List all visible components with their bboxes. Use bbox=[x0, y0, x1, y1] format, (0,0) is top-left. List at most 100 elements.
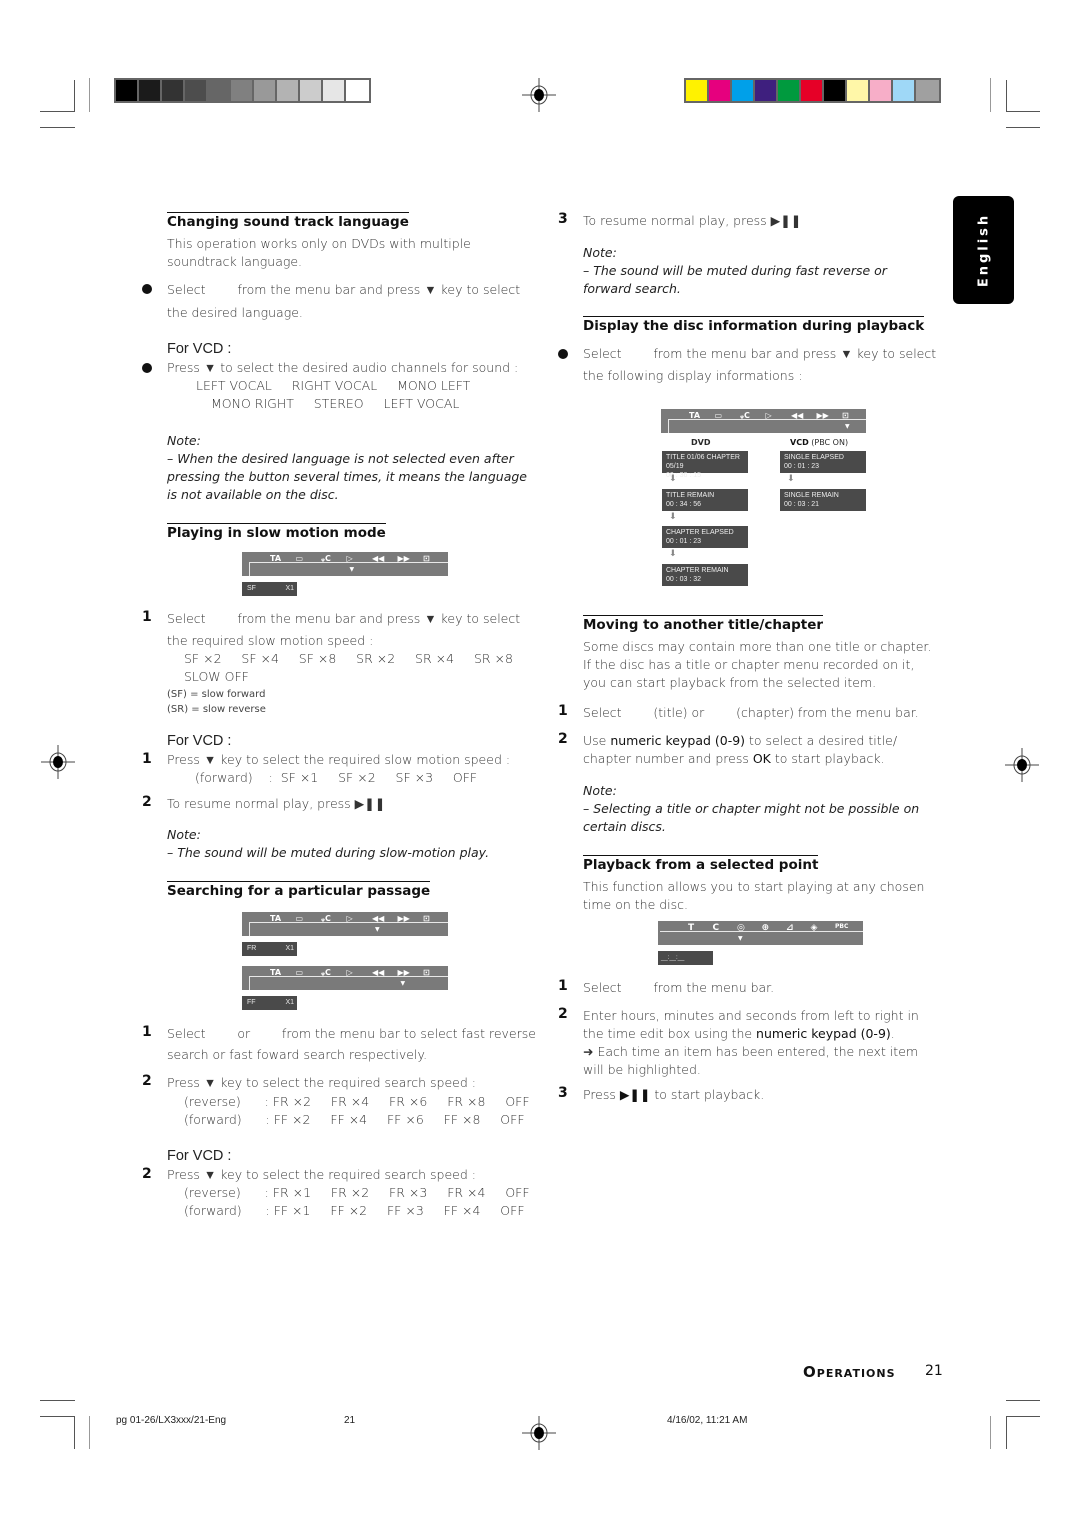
menu-bar-image: TA ▭ ᵩC ▷ ◀◀ ▶▶ ▼ ⊡ bbox=[242, 966, 448, 990]
color-swatch bbox=[778, 80, 801, 101]
section-heading: Moving to another title/chapter bbox=[583, 615, 824, 633]
instruction-text: Select or from the menu bar to select fa… bbox=[167, 1026, 536, 1041]
angle-icon: ᵩC bbox=[321, 968, 331, 977]
vcd-label: For VCD : bbox=[167, 733, 232, 749]
info-time: 00 : 03 : 32 bbox=[666, 575, 702, 583]
step-number: 1 bbox=[558, 703, 568, 719]
note-label: Note: bbox=[583, 245, 617, 260]
menu-track bbox=[249, 922, 250, 936]
instruction-text: Press ▼ key to select the required searc… bbox=[167, 1075, 476, 1090]
slow-motion-icon: ▷ bbox=[346, 914, 353, 923]
step-number: 1 bbox=[142, 1024, 152, 1040]
bullet-icon bbox=[142, 363, 152, 373]
info-label: TITLE REMAIN bbox=[666, 491, 715, 499]
display-info-box: CHAPTER REMAIN 00 : 03 : 32 bbox=[662, 563, 748, 586]
slug-file: pg 01-26/LX3xxx/21-Eng bbox=[116, 1415, 227, 1426]
ok-label: OK bbox=[752, 751, 771, 766]
text: . bbox=[890, 1026, 895, 1041]
subtitle-icon: ▭ bbox=[295, 968, 304, 977]
section-heading: Playing in slow motion mode bbox=[167, 523, 386, 541]
vcd-label: For VCD : bbox=[167, 1148, 232, 1164]
speed-options: (forward) : FF ×2 FF ×4 FF ×6 FF ×8 OFF bbox=[184, 1112, 525, 1127]
color-swatch bbox=[686, 80, 709, 101]
result-text: ➜ Each time an item has been entered, th… bbox=[583, 1044, 919, 1077]
audio-icon: TA bbox=[689, 411, 701, 420]
gray-swatch bbox=[162, 80, 185, 101]
instruction-text: the required slow motion speed : bbox=[167, 633, 374, 648]
note-label: Note: bbox=[167, 827, 201, 842]
speed-options: SF ×2 SF ×4 SF ×8 SR ×2 SR ×4 SR ×8 bbox=[184, 651, 513, 666]
color-swatch bbox=[916, 80, 939, 101]
instruction-text: the desired language. bbox=[167, 305, 303, 320]
display-icon: ⊡ bbox=[423, 968, 430, 977]
gray-swatch bbox=[185, 80, 208, 101]
vcd-pbc-label: VCD (PBC ON) bbox=[790, 438, 848, 447]
section-heading: Changing sound track language bbox=[167, 212, 409, 230]
gray-swatch bbox=[300, 80, 323, 101]
instruction-text: Select (title) or (chapter) from the men… bbox=[583, 705, 919, 720]
subtitle-icon: ▭ bbox=[295, 554, 304, 563]
info-label: SINGLE ELAPSED bbox=[784, 454, 844, 461]
registration-mark-icon bbox=[522, 1416, 556, 1450]
arrow-down-icon: ⬇ bbox=[669, 511, 677, 522]
dvd-label: DVD bbox=[691, 438, 711, 447]
subtitle-icon: ▭ bbox=[714, 411, 723, 420]
time-edit-box: __:__:__ bbox=[658, 951, 713, 965]
angle-icon: ᵩC bbox=[740, 411, 750, 420]
audio-icon: ◈ bbox=[810, 923, 818, 933]
instruction-text: Use numeric keypad (0-9) to select a des… bbox=[583, 732, 923, 768]
audio-options: MONO RIGHT STEREO LEFT VOCAL bbox=[211, 396, 460, 411]
note-text: – Selecting a title or chapter might not… bbox=[583, 801, 920, 834]
color-swatch bbox=[870, 80, 893, 101]
instruction-text: Press ▼ to select the desired audio chan… bbox=[167, 360, 519, 375]
instruction-text: Press ▼ key to select the required searc… bbox=[167, 1167, 476, 1182]
section-disc-information: Display the disc information during play… bbox=[583, 316, 925, 336]
step-number: 1 bbox=[558, 978, 568, 994]
selected-indicator-icon: ▼ bbox=[349, 566, 355, 573]
time-edit-value: __:__:__ bbox=[661, 955, 685, 961]
speed-options: SLOW OFF bbox=[184, 669, 249, 684]
note-text: – When the desired language is not selec… bbox=[167, 451, 527, 502]
intro-text: This operation works only on DVDs with m… bbox=[167, 236, 471, 269]
slug-page: 21 bbox=[344, 1415, 356, 1426]
color-swatch bbox=[847, 80, 870, 101]
title-icon: T bbox=[688, 923, 695, 933]
section-search-passage: Searching for a particular passage bbox=[167, 881, 431, 901]
menu-bar-image: TA ▭ ᵩC ▷ ◀◀ ▼ ▶▶ ⊡ bbox=[242, 912, 448, 936]
angle-icon: ᵩC bbox=[321, 554, 331, 563]
page-number: 21 bbox=[925, 1363, 943, 1379]
color-swatch bbox=[893, 80, 916, 101]
rewind-icon: ◀◀ bbox=[372, 968, 385, 977]
language-tab-label: English bbox=[976, 212, 991, 288]
step-number: 2 bbox=[142, 794, 152, 810]
gray-swatch bbox=[254, 80, 277, 101]
instruction-text: Select from the menu bar and press ▼ key… bbox=[167, 282, 521, 297]
audio-icon: TA bbox=[270, 554, 282, 563]
note-text: – The sound will be muted during slow-mo… bbox=[167, 845, 490, 860]
audio-options: LEFT VOCAL RIGHT VOCAL MONO LEFT bbox=[196, 378, 471, 393]
speed-options: (forward) : SF ×1 SF ×2 SF ×3 OFF bbox=[195, 770, 478, 785]
section-slow-motion: Playing in slow motion mode bbox=[167, 523, 386, 543]
fast-forward-icon: ▶▶ bbox=[397, 554, 410, 563]
text: to start playback. bbox=[770, 751, 885, 766]
status-box: SF X1 bbox=[242, 582, 297, 596]
audio-icon: TA bbox=[270, 914, 282, 923]
color-calibration-bar bbox=[684, 78, 941, 103]
note-label: Note: bbox=[583, 783, 617, 798]
instruction-text: To resume normal play, press ▶❚❚ bbox=[583, 213, 802, 228]
step-number: 2 bbox=[142, 1166, 152, 1182]
registration-mark-icon bbox=[522, 78, 556, 112]
time-search-icon: ◎ bbox=[737, 923, 745, 933]
status-box: FF X1 bbox=[242, 996, 297, 1010]
rewind-icon: ◀◀ bbox=[372, 554, 385, 563]
instruction-text: the following display informations : bbox=[583, 368, 803, 383]
section-playback-point: Playback from a selected point This func… bbox=[583, 855, 943, 914]
pbc-icon: PBC bbox=[835, 923, 849, 930]
display-icon: ⊡ bbox=[842, 411, 849, 420]
gray-swatch bbox=[231, 80, 254, 101]
speed-options: (reverse) : FR ×1 FR ×2 FR ×3 FR ×4 OFF bbox=[184, 1185, 530, 1200]
arrow-down-icon: ⬇ bbox=[787, 474, 795, 484]
vcd-label: For VCD : bbox=[167, 341, 232, 357]
gray-swatch bbox=[116, 80, 139, 101]
slow-motion-icon: ▷ bbox=[346, 554, 353, 563]
